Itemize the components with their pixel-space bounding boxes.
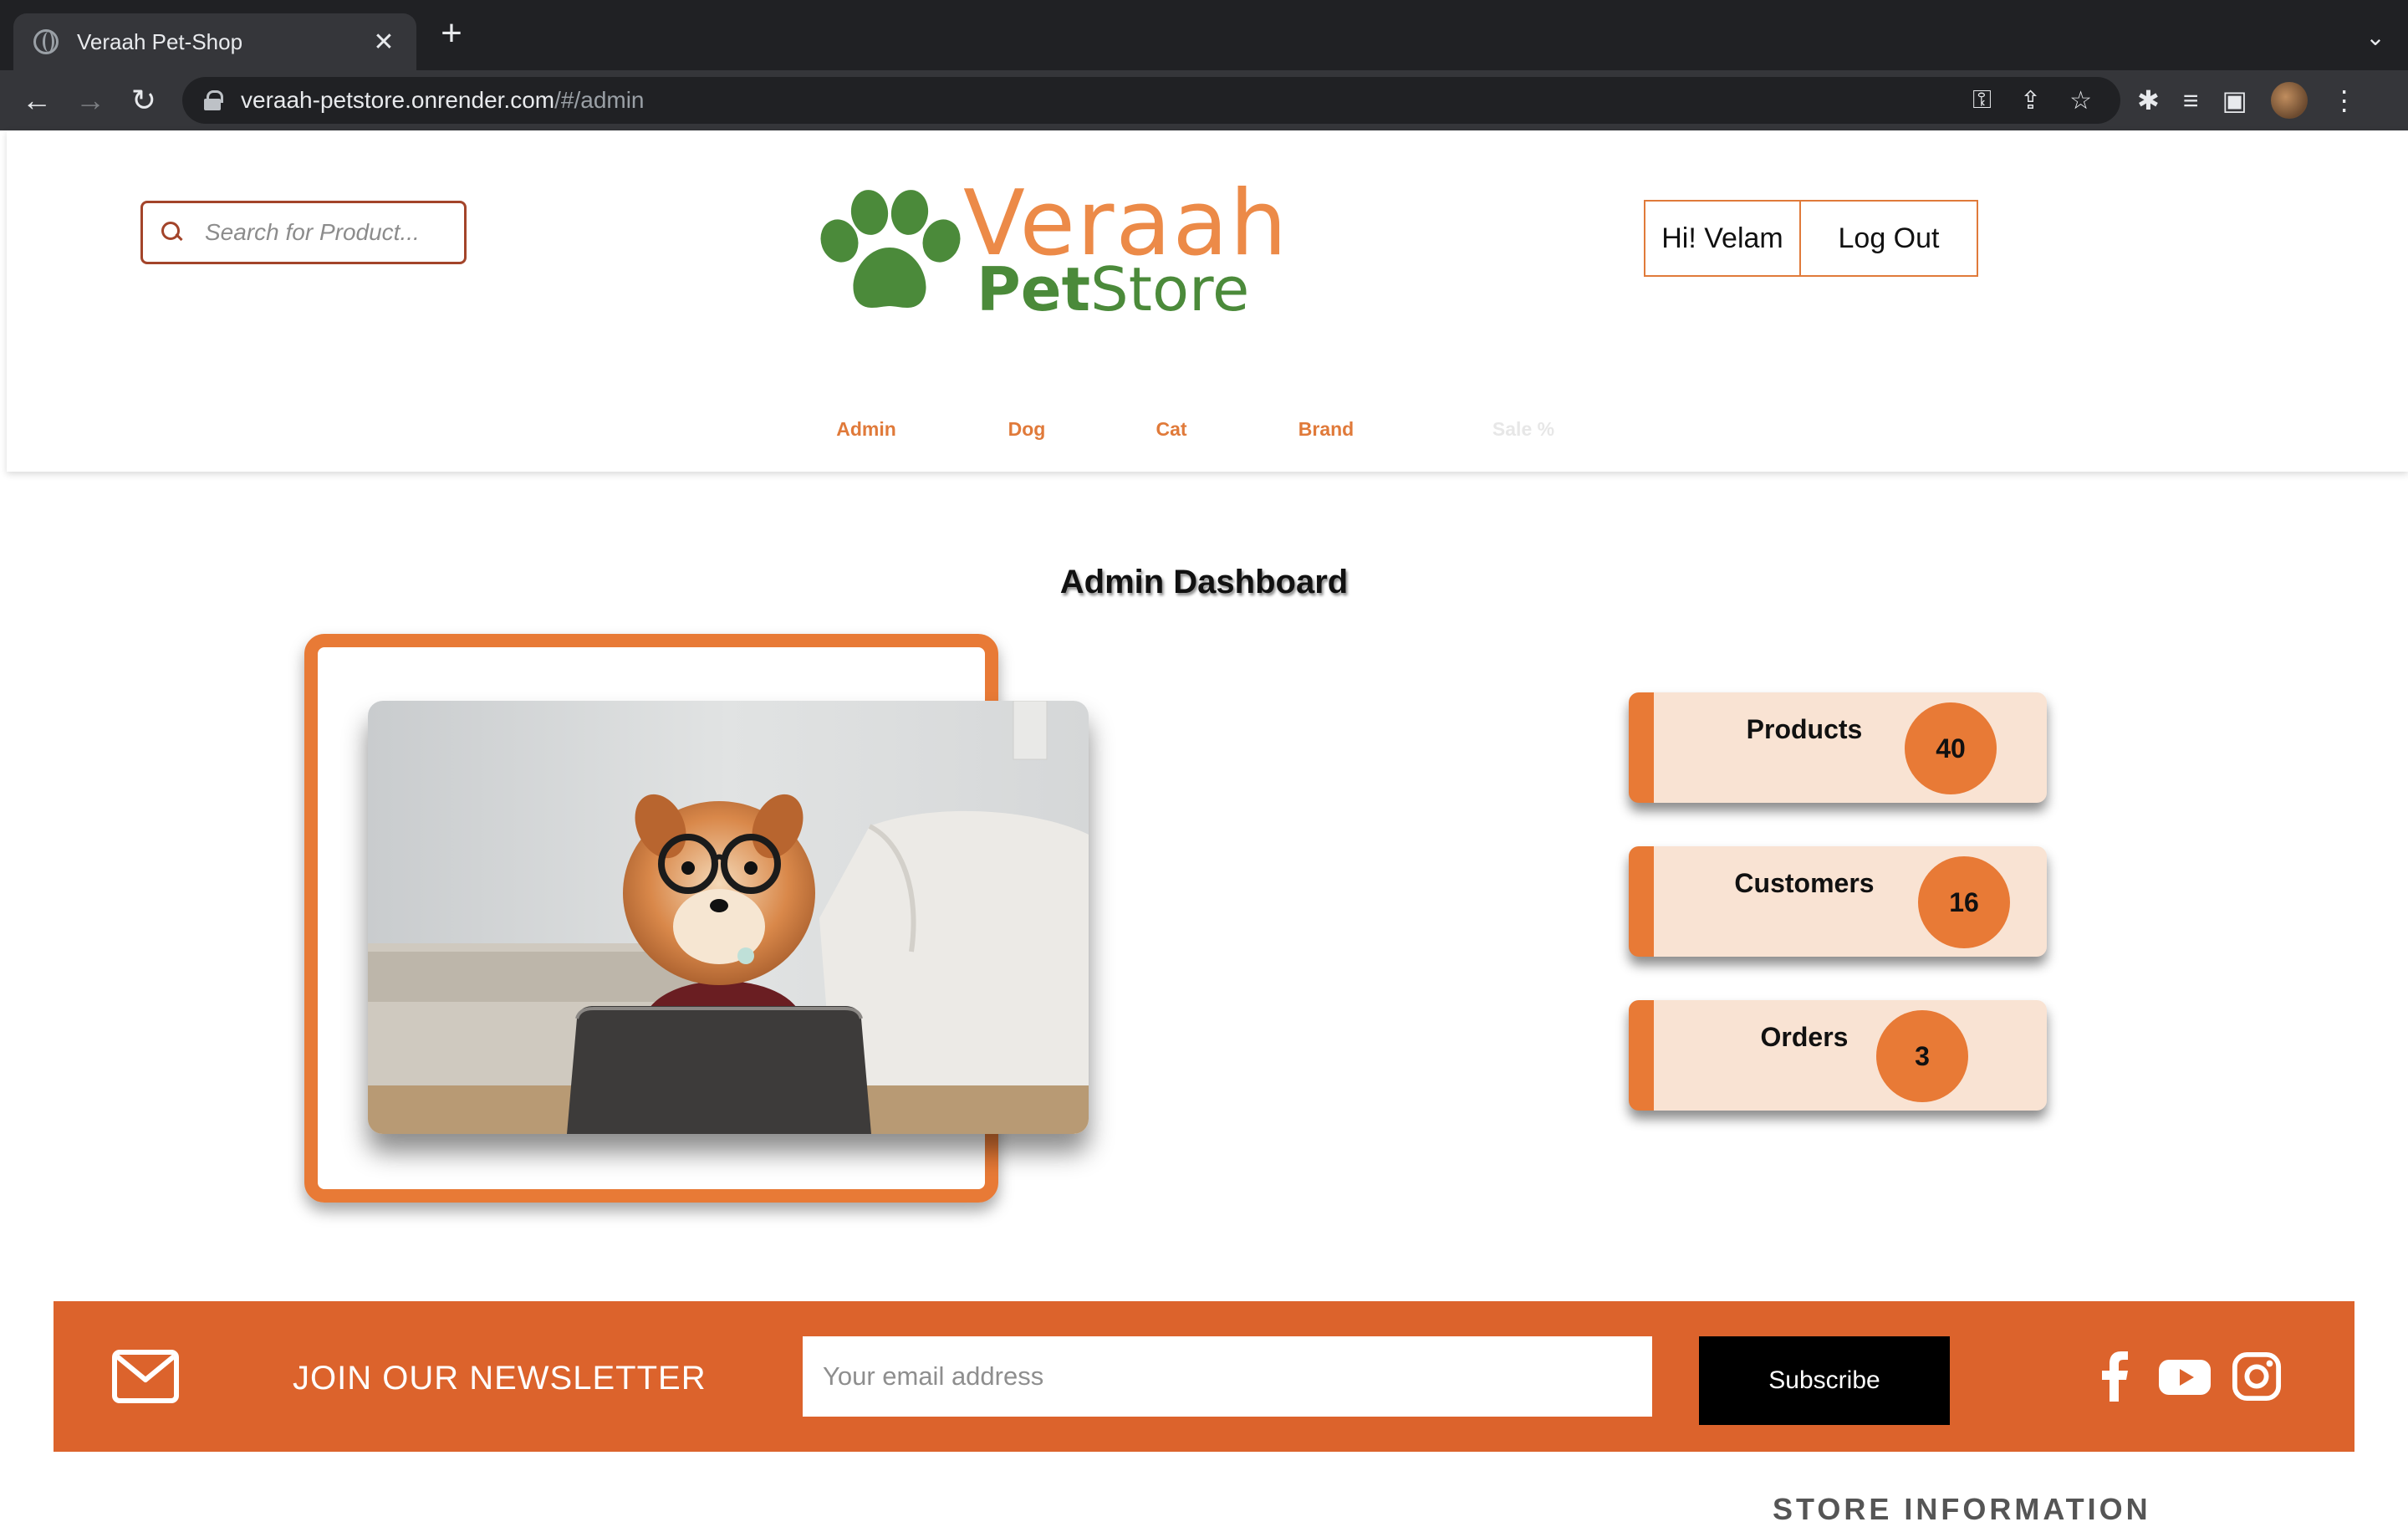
search-box[interactable] <box>140 201 467 264</box>
main-nav: Admin Dog Cat Brand Sale % <box>7 418 2408 452</box>
subscribe-button[interactable]: Subscribe <box>1699 1336 1950 1425</box>
stat-card-orders[interactable]: Orders 3 <box>1629 1000 2047 1111</box>
nav-item-dog[interactable]: Dog <box>1008 418 1046 441</box>
sidepanel-icon[interactable]: ▣ <box>2222 84 2247 116</box>
page-title: Admin Dashboard <box>1059 564 1349 600</box>
address-bar[interactable]: veraah-petstore.onrender.com/#/admin ⚿ ⇪… <box>182 77 2120 124</box>
search-icon[interactable] <box>161 222 183 243</box>
logo-text-petstore: PetStore <box>977 254 1250 324</box>
plus-icon[interactable]: + <box>435 15 468 52</box>
back-icon[interactable]: ← <box>18 82 55 119</box>
page: Veraah PetStore Hi! Velam Log Out Admin … <box>0 130 2408 1526</box>
avatar[interactable] <box>2270 82 2308 119</box>
close-icon[interactable]: ✕ <box>371 28 396 57</box>
dog-photo <box>368 701 1089 1134</box>
nav-item-brand[interactable]: Brand <box>1298 418 1354 441</box>
paw-icon <box>820 190 961 308</box>
url-text: veraah-petstore.onrender.com/#/admin <box>241 87 645 113</box>
newsletter-bar: JOIN OUR NEWSLETTER Subscribe <box>54 1301 2354 1452</box>
star-icon[interactable]: ☆ <box>2069 86 2092 115</box>
globe-icon <box>33 29 59 54</box>
stat-label: Customers <box>1734 868 1875 898</box>
newsletter-heading: JOIN OUR NEWSLETTER <box>293 1360 707 1397</box>
site-header: Veraah PetStore Hi! Velam Log Out Admin … <box>7 130 2408 472</box>
site-logo[interactable]: Veraah PetStore <box>816 172 1287 324</box>
reload-icon[interactable]: ↻ <box>125 82 162 119</box>
footer-heading: STORE INFORMATION <box>1773 1492 2151 1526</box>
stat-badge: 16 <box>1918 856 2010 948</box>
nav-item-cat[interactable]: Cat <box>1156 418 1186 441</box>
stat-card-customers[interactable]: Customers 16 <box>1629 846 2047 957</box>
media-icon[interactable]: ≡ <box>2183 85 2199 116</box>
browser-toolbar: ← → ↻ veraah-petstore.onrender.com/#/adm… <box>0 70 2408 130</box>
youtube-icon[interactable] <box>2159 1351 2211 1402</box>
search-input[interactable] <box>205 219 447 246</box>
user-greeting: Hi! Velam <box>1645 202 1801 275</box>
logout-button[interactable]: Log Out <box>1801 202 1977 275</box>
nav-item-admin[interactable]: Admin <box>836 418 896 441</box>
nav-item-sale[interactable]: Sale % <box>1492 418 1554 441</box>
stat-card-products[interactable]: Products 40 <box>1629 692 2047 803</box>
stat-badge: 3 <box>1876 1010 1968 1102</box>
lock-icon <box>204 90 223 110</box>
stat-badge: 40 <box>1905 702 1997 794</box>
share-icon[interactable]: ⇪ <box>2020 86 2041 115</box>
mail-icon <box>112 1350 179 1403</box>
email-field[interactable] <box>803 1336 1652 1417</box>
instagram-icon[interactable] <box>2231 1351 2283 1402</box>
chevron-down-icon[interactable]: ⌄ <box>2363 23 2388 50</box>
puzzle-icon[interactable]: ✱ <box>2137 84 2160 116</box>
menu-icon[interactable]: ⋮ <box>2331 84 2358 116</box>
browser-tab[interactable]: Veraah Pet-Shop ✕ <box>13 13 416 70</box>
forward-icon[interactable]: → <box>72 82 109 119</box>
browser-tab-bar: Veraah Pet-Shop ✕ + ⌄ <box>0 0 2408 70</box>
user-box: Hi! Velam Log Out <box>1644 200 1978 277</box>
key-icon[interactable]: ⚿ <box>1972 86 1992 115</box>
tab-title: Veraah Pet-Shop <box>77 28 243 54</box>
facebook-icon[interactable] <box>2099 1351 2129 1402</box>
